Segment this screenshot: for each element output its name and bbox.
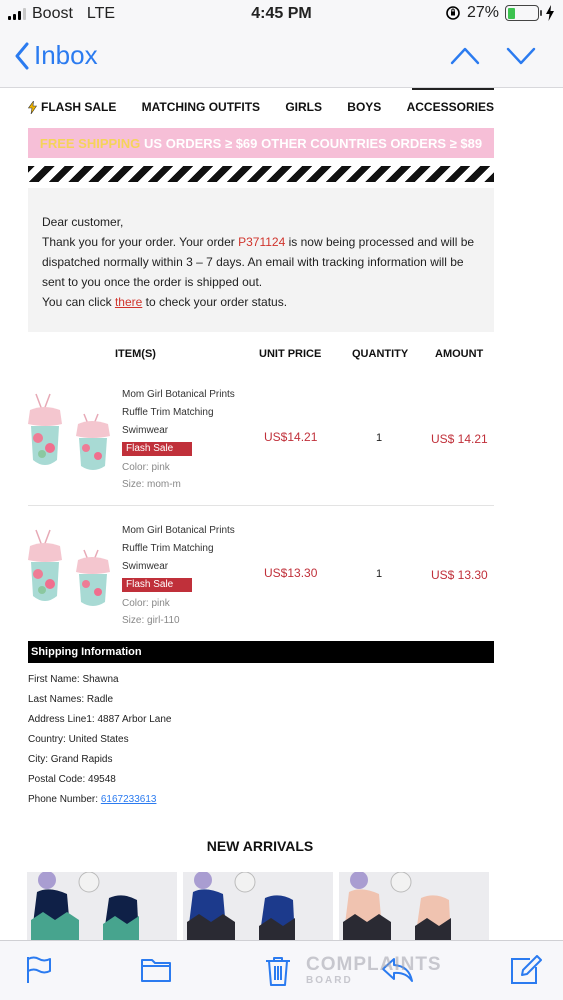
- move-to-folder-button[interactable]: [140, 955, 172, 983]
- item-color: Color: pink: [122, 462, 170, 473]
- flash-sale-badge: Flash Sale: [122, 442, 192, 456]
- compose-button[interactable]: [510, 955, 542, 985]
- battery-percent: 27%: [466, 4, 499, 21]
- free-shipping-banner[interactable]: FREE SHIPPING US ORDERS ≥ $69 OTHER COUN…: [28, 128, 494, 158]
- mail-nav-bar: Inbox: [0, 30, 563, 88]
- previous-message-button[interactable]: [450, 46, 480, 66]
- ship-country: Country: United States: [28, 734, 129, 745]
- item-size: Size: mom-m: [122, 479, 181, 490]
- status-right: 27%: [445, 4, 555, 22]
- product-image: [27, 872, 177, 940]
- shipping-info: First Name: Shawna Last Names: Radle Add…: [28, 672, 171, 812]
- product-image: [339, 872, 489, 940]
- item-name[interactable]: Mom Girl Botanical Prints Ruffle Trim Ma…: [122, 386, 252, 440]
- chevron-left-icon: [15, 42, 29, 69]
- charging-bolt-icon: [546, 5, 554, 21]
- item-name[interactable]: Mom Girl Botanical Prints Ruffle Trim Ma…: [122, 522, 252, 576]
- product-image[interactable]: [28, 524, 112, 612]
- phone-link[interactable]: 6167233613: [101, 794, 157, 805]
- email-body: FLASH SALE MATCHING OUTFITS GIRLS BOYS A…: [0, 88, 563, 940]
- item-color: Color: pink: [122, 598, 170, 609]
- row-divider: [28, 505, 494, 506]
- ship-first-name: First Name: Shawna: [28, 674, 119, 685]
- status-bar: Boost LTE 4:45 PM 27%: [0, 0, 563, 30]
- order-status-link[interactable]: there: [115, 295, 142, 309]
- promo-other-orders: OTHER COUNTRIES ORDERS ≥ $89: [261, 135, 483, 151]
- item-quantity: 1: [376, 568, 383, 580]
- header-items: ITEM(S): [115, 348, 156, 360]
- promo-free-shipping: FREE SHIPPING: [39, 135, 141, 151]
- header-unit-price: UNIT PRICE: [259, 348, 322, 360]
- new-arrival-product[interactable]: [339, 872, 489, 940]
- ship-last-name: Last Names: Radle: [28, 694, 114, 705]
- item-size: Size: girl-110: [122, 615, 180, 626]
- back-to-inbox-button[interactable]: Inbox: [14, 40, 98, 71]
- menu-item-flash-sale[interactable]: FLASH SALE: [28, 100, 116, 114]
- next-message-button[interactable]: [506, 46, 536, 66]
- watermark-logo: COMPLAINTS BOARD: [306, 954, 442, 986]
- trash-button[interactable]: [264, 955, 292, 987]
- item-unit-price: US$13.30: [264, 566, 318, 580]
- store-menu: FLASH SALE MATCHING OUTFITS GIRLS BOYS A…: [28, 100, 494, 114]
- ship-phone: Phone Number: 6167233613: [28, 794, 157, 805]
- order-paragraph: Thank you for your order. Your order P37…: [42, 235, 475, 289]
- order-message: Dear customer, Thank you for your order.…: [28, 188, 494, 332]
- ship-postal-code: Postal Code: 49548: [28, 774, 116, 785]
- lightning-icon: [28, 100, 37, 114]
- ship-city: City: Grand Rapids: [28, 754, 113, 765]
- menu-item-accessories[interactable]: ACCESSORIES: [407, 100, 494, 114]
- shipping-info-header: Shipping Information: [28, 641, 494, 663]
- order-item: Mom Girl Botanical Prints Ruffle Trim Ma…: [28, 380, 494, 510]
- menu-item-matching-outfits[interactable]: MATCHING OUTFITS: [142, 100, 260, 114]
- header-quantity: QUANTITY: [352, 348, 409, 360]
- order-item: Mom Girl Botanical Prints Ruffle Trim Ma…: [28, 516, 494, 646]
- new-arrival-product[interactable]: [183, 872, 333, 940]
- battery-icon: [505, 5, 542, 21]
- item-quantity: 1: [376, 432, 383, 444]
- item-amount: US$ 13.30: [431, 568, 488, 582]
- flash-sale-badge: Flash Sale: [122, 578, 192, 592]
- orientation-lock-icon: [446, 6, 460, 20]
- menu-top-border: [412, 88, 494, 90]
- item-unit-price: US$14.21: [264, 430, 318, 444]
- mail-toolbar: COMPLAINTS BOARD: [0, 940, 563, 1000]
- flag-button[interactable]: [24, 955, 52, 985]
- promo-us-orders: US ORDERS ≥ $69: [144, 135, 258, 151]
- striped-divider: [28, 166, 494, 182]
- new-arrival-product[interactable]: [27, 872, 177, 940]
- new-arrivals-heading: NEW ARRIVALS: [206, 838, 314, 854]
- product-image[interactable]: [28, 388, 112, 476]
- menu-item-girls[interactable]: GIRLS: [285, 100, 322, 114]
- item-amount: US$ 14.21: [431, 432, 488, 446]
- ship-address: Address Line1: 4887 Arbor Lane: [28, 714, 172, 725]
- menu-item-boys[interactable]: BOYS: [347, 100, 381, 114]
- header-amount: AMOUNT: [435, 348, 484, 360]
- back-label: Inbox: [34, 40, 98, 70]
- menu-label: FLASH SALE: [41, 100, 117, 114]
- order-number: P371124: [238, 235, 286, 249]
- greeting: Dear customer,: [42, 215, 124, 229]
- product-image: [183, 872, 333, 940]
- status-paragraph: You can click there to check your order …: [42, 295, 288, 309]
